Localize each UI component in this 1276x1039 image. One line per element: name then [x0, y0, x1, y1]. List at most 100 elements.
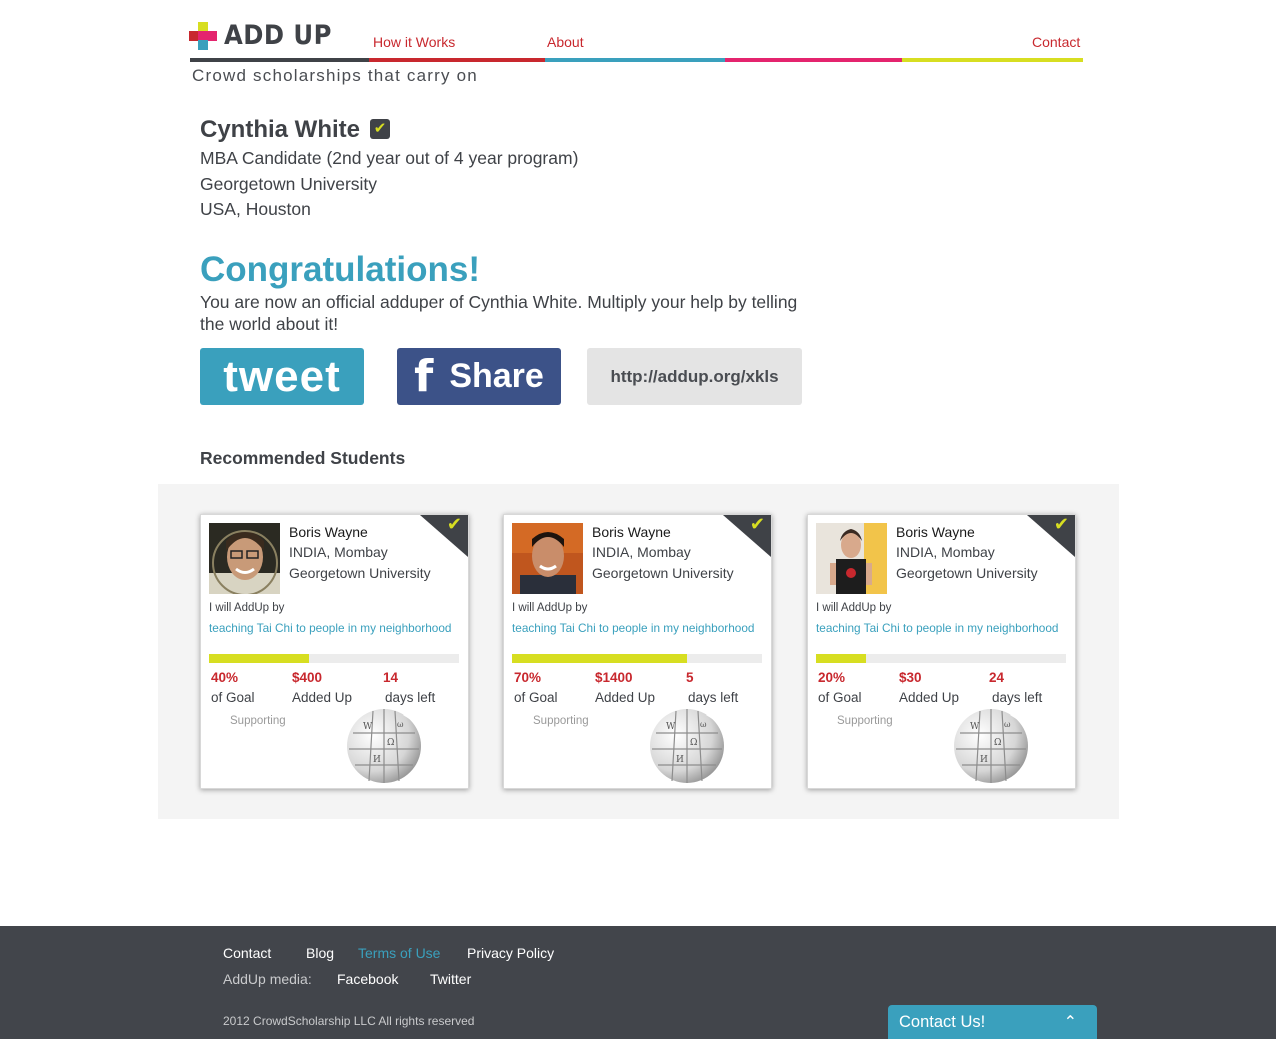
card-days: 24 — [989, 670, 1005, 685]
card-days: 14 — [383, 670, 399, 685]
card-student-name[interactable]: Boris Wayne — [896, 524, 975, 540]
congrats-message: You are now an official adduper of Cynth… — [200, 292, 798, 334]
footer-contact-link[interactable]: Contact — [223, 945, 271, 961]
card-progress-fill — [816, 654, 866, 663]
logo[interactable]: ADD UP — [189, 20, 344, 51]
footer-facebook-link[interactable]: Facebook — [337, 971, 398, 987]
card-days-label: days left — [688, 690, 739, 705]
card-progress-bar — [209, 654, 459, 663]
student-card[interactable]: ✔ Boris Wayne INDIA, Mombay Georgetown U… — [200, 514, 469, 789]
check-badge-icon: ✔ — [370, 119, 390, 139]
card-amount-label: Added Up — [899, 690, 960, 705]
student-program: MBA Candidate (2nd year out of 4 year pr… — [200, 148, 579, 168]
card-pledge-label: I will AddUp by — [512, 602, 588, 614]
share-url-button[interactable]: http://addup.org/xkls — [587, 348, 802, 405]
card-amount: $1400 — [595, 670, 633, 685]
logo-mark-icon — [189, 21, 217, 50]
card-amount: $30 — [899, 670, 922, 685]
facebook-icon: f — [414, 351, 434, 402]
footer-media-label: AddUp media: — [223, 971, 312, 987]
card-amount-label: Added Up — [292, 690, 353, 705]
card-supporting-label: Supporting — [230, 715, 286, 727]
card-supporting-label: Supporting — [837, 715, 893, 727]
contact-us-tab[interactable]: Contact Us! ⌃ — [888, 1005, 1097, 1039]
check-icon: ✔ — [1053, 514, 1069, 534]
logo-text: ADD UP — [224, 20, 332, 51]
nav-bar-segment-lime — [902, 58, 1083, 62]
check-icon: ✔ — [749, 514, 765, 534]
card-days-label: days left — [385, 690, 436, 705]
facebook-share-label: Share — [449, 357, 544, 395]
check-icon: ✔ — [446, 514, 462, 534]
svg-text:W: W — [666, 722, 676, 732]
student-photo — [209, 523, 280, 594]
svg-text:ω: ω — [700, 720, 707, 729]
card-days: 5 — [686, 670, 694, 685]
footer-twitter-link[interactable]: Twitter — [430, 971, 471, 987]
card-progress-fill — [209, 654, 309, 663]
card-student-location: INDIA, Mombay — [289, 544, 388, 560]
card-goal-label: of Goal — [818, 690, 862, 705]
footer-terms-link[interactable]: Terms of Use — [358, 945, 440, 961]
svg-text:ω: ω — [1004, 720, 1011, 729]
student-card[interactable]: ✔ Boris Wayne INDIA, Mombay Georgetown U… — [807, 514, 1076, 789]
nav-how-it-works[interactable]: How it Works — [373, 34, 455, 50]
svg-text:ω: ω — [397, 720, 404, 729]
student-card[interactable]: ✔ Boris Wayne INDIA, Mombay Georgetown U… — [503, 514, 772, 789]
card-activity[interactable]: teaching Tai Chi to people in my neighbo… — [512, 621, 754, 635]
student-location: USA, Houston — [200, 199, 311, 219]
footer-privacy-link[interactable]: Privacy Policy — [467, 945, 554, 961]
nav-bar-segment-dark — [190, 58, 369, 62]
card-goal-percent: 70% — [514, 670, 542, 685]
tweet-label: tweet — [223, 351, 341, 401]
card-pledge-label: I will AddUp by — [816, 602, 892, 614]
wikipedia-globe-icon: W Ω И ω — [650, 709, 724, 783]
nav-about[interactable]: About — [547, 34, 584, 50]
card-progress-fill — [512, 654, 687, 663]
student-photo — [512, 523, 583, 594]
nav-bar-segment-red — [369, 58, 545, 62]
card-supporting-label: Supporting — [533, 715, 589, 727]
card-pledge-label: I will AddUp by — [209, 602, 285, 614]
contact-us-label: Contact Us! — [899, 1013, 986, 1031]
wikipedia-globe-icon: W Ω И ω — [954, 709, 1028, 783]
card-progress-bar — [512, 654, 762, 663]
card-days-label: days left — [992, 690, 1043, 705]
nav-contact[interactable]: Contact — [1032, 34, 1080, 50]
card-student-university: Georgetown University — [896, 565, 1038, 581]
wikipedia-globe-icon: W Ω И ω — [347, 709, 421, 783]
card-amount-label: Added Up — [595, 690, 656, 705]
svg-text:И: И — [676, 755, 684, 765]
footer-copyright: 2012 CrowdScholarship LLC All rights res… — [223, 1014, 475, 1028]
card-activity[interactable]: teaching Tai Chi to people in my neighbo… — [816, 621, 1058, 635]
card-progress-bar — [816, 654, 1066, 663]
svg-text:Ω: Ω — [387, 738, 394, 748]
recommended-title: Recommended Students — [200, 448, 406, 468]
svg-text:И: И — [373, 755, 381, 765]
card-student-university: Georgetown University — [592, 565, 734, 581]
tagline: Crowd scholarships that carry on — [192, 66, 478, 85]
student-university: Georgetown University — [200, 174, 378, 194]
nav-bar-segment-teal — [545, 58, 725, 62]
student-name: Cynthia White — [200, 116, 360, 143]
card-student-name[interactable]: Boris Wayne — [592, 524, 671, 540]
svg-text:Ω: Ω — [994, 738, 1001, 748]
card-student-name[interactable]: Boris Wayne — [289, 524, 368, 540]
card-amount: $400 — [292, 670, 323, 685]
card-activity[interactable]: teaching Tai Chi to people in my neighbo… — [209, 621, 451, 635]
footer-blog-link[interactable]: Blog — [306, 945, 334, 961]
svg-text:W: W — [363, 722, 373, 732]
card-goal-percent: 20% — [818, 670, 846, 685]
facebook-share-button[interactable]: f Share — [397, 348, 561, 405]
chevron-up-icon: ⌃ — [1063, 1012, 1077, 1031]
card-goal-label: of Goal — [514, 690, 558, 705]
card-goal-percent: 40% — [211, 670, 239, 685]
student-photo — [816, 523, 887, 594]
svg-text:W: W — [970, 722, 980, 732]
tweet-button[interactable]: tweet — [200, 348, 364, 405]
card-student-location: INDIA, Mombay — [896, 544, 995, 560]
svg-text:Ω: Ω — [690, 738, 697, 748]
card-goal-label: of Goal — [211, 690, 255, 705]
svg-text:И: И — [980, 755, 988, 765]
card-student-university: Georgetown University — [289, 565, 431, 581]
